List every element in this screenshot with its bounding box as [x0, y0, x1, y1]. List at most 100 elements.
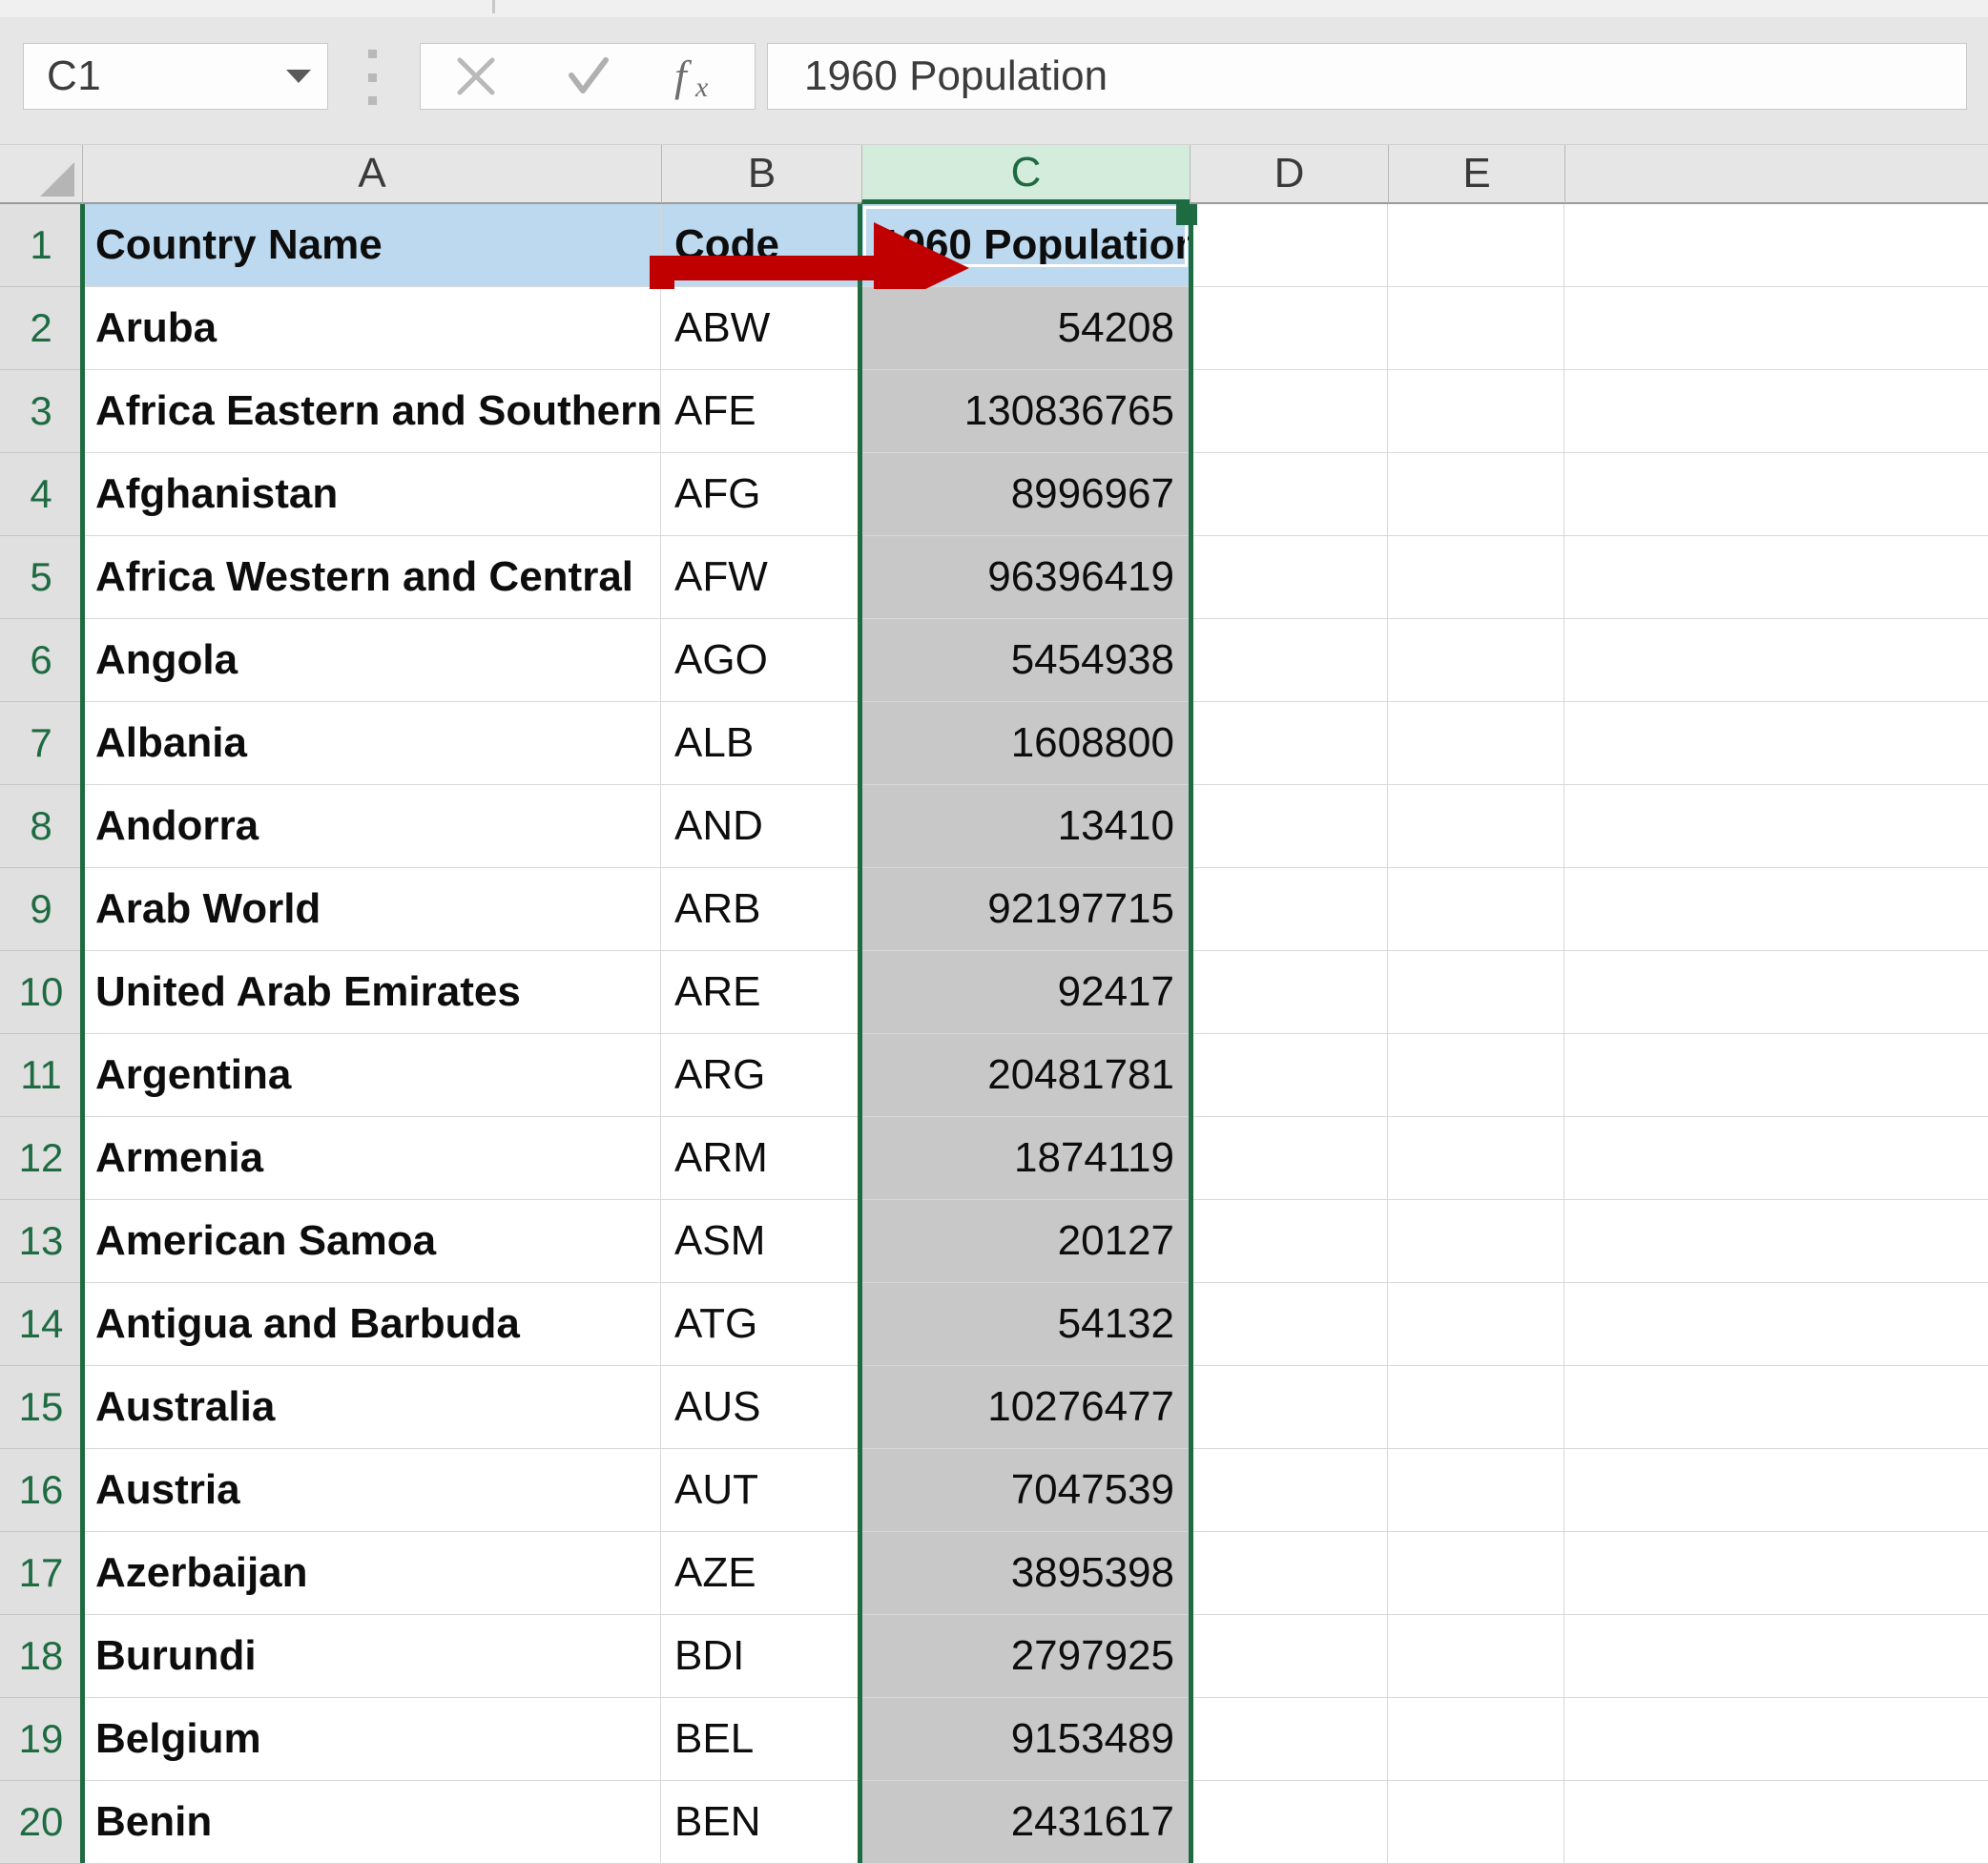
cell-e13[interactable]	[1388, 1200, 1564, 1283]
cell-c5[interactable]: 96396419	[861, 536, 1190, 619]
cell-f1[interactable]	[1564, 204, 1988, 287]
cell-f7[interactable]	[1564, 702, 1988, 785]
formula-input[interactable]: 1960 Population	[767, 43, 1967, 110]
column-header-c[interactable]: C	[861, 145, 1190, 204]
cell-c7[interactable]: 1608800	[861, 702, 1190, 785]
cell-e9[interactable]	[1388, 868, 1564, 951]
cell-e7[interactable]	[1388, 702, 1564, 785]
cell-f4[interactable]	[1564, 453, 1988, 536]
column-header-e[interactable]: E	[1388, 145, 1564, 204]
cell-d11[interactable]	[1190, 1034, 1388, 1117]
cell-f20[interactable]	[1564, 1781, 1988, 1864]
cell-c16[interactable]: 7047539	[861, 1449, 1190, 1532]
cancel-x-icon[interactable]	[424, 44, 528, 109]
row-header-7[interactable]: 7	[0, 702, 82, 785]
cell-b1[interactable]: Code	[661, 204, 861, 287]
cell-b5[interactable]: AFW	[661, 536, 861, 619]
cell-d4[interactable]	[1190, 453, 1388, 536]
cell-a11[interactable]: Argentina	[82, 1034, 661, 1117]
cell-d3[interactable]	[1190, 370, 1388, 453]
cell-b20[interactable]: BEN	[661, 1781, 861, 1864]
cell-e16[interactable]	[1388, 1449, 1564, 1532]
cell-f10[interactable]	[1564, 951, 1988, 1034]
cell-b16[interactable]: AUT	[661, 1449, 861, 1532]
cell-b12[interactable]: ARM	[661, 1117, 861, 1200]
row-header-6[interactable]: 6	[0, 619, 82, 702]
row-header-2[interactable]: 2	[0, 287, 82, 370]
cell-e11[interactable]	[1388, 1034, 1564, 1117]
cell-c15[interactable]: 10276477	[861, 1366, 1190, 1449]
cell-c10[interactable]: 92417	[861, 951, 1190, 1034]
cell-a10[interactable]: United Arab Emirates	[82, 951, 661, 1034]
cell-f18[interactable]	[1564, 1615, 1988, 1698]
cell-b2[interactable]: ABW	[661, 287, 861, 370]
cell-f11[interactable]	[1564, 1034, 1988, 1117]
row-header-9[interactable]: 9	[0, 868, 82, 951]
row-header-16[interactable]: 16	[0, 1449, 82, 1532]
cell-a6[interactable]: Angola	[82, 619, 661, 702]
cell-d2[interactable]	[1190, 287, 1388, 370]
row-header-3[interactable]: 3	[0, 370, 82, 453]
cell-b8[interactable]: AND	[661, 785, 861, 868]
chevron-down-icon[interactable]	[270, 70, 327, 83]
cell-f16[interactable]	[1564, 1449, 1988, 1532]
row-header-15[interactable]: 15	[0, 1366, 82, 1449]
cell-a9[interactable]: Arab World	[82, 868, 661, 951]
cell-f13[interactable]	[1564, 1200, 1988, 1283]
cell-c11[interactable]: 20481781	[861, 1034, 1190, 1117]
cell-d12[interactable]	[1190, 1117, 1388, 1200]
cell-f2[interactable]	[1564, 287, 1988, 370]
cell-b19[interactable]: BEL	[661, 1698, 861, 1781]
column-header-f[interactable]	[1564, 145, 1988, 204]
cell-b9[interactable]: ARB	[661, 868, 861, 951]
row-header-4[interactable]: 4	[0, 453, 82, 536]
cell-d10[interactable]	[1190, 951, 1388, 1034]
cell-b4[interactable]: AFG	[661, 453, 861, 536]
cell-c9[interactable]: 92197715	[861, 868, 1190, 951]
cell-c1[interactable]: 1960 Population	[861, 204, 1190, 287]
cell-b15[interactable]: AUS	[661, 1366, 861, 1449]
cell-d19[interactable]	[1190, 1698, 1388, 1781]
fill-handle[interactable]	[1176, 204, 1197, 225]
cell-a12[interactable]: Armenia	[82, 1117, 661, 1200]
cell-c18[interactable]: 2797925	[861, 1615, 1190, 1698]
cell-b3[interactable]: AFE	[661, 370, 861, 453]
cell-e2[interactable]	[1388, 287, 1564, 370]
cell-e12[interactable]	[1388, 1117, 1564, 1200]
row-header-19[interactable]: 19	[0, 1698, 82, 1781]
spreadsheet-grid[interactable]: 1 Country Name Code 1960 Population 2 Aruba AB…	[0, 204, 1988, 1864]
cell-f5[interactable]	[1564, 536, 1988, 619]
column-header-b[interactable]: B	[661, 145, 861, 204]
cell-e4[interactable]	[1388, 453, 1564, 536]
row-header-14[interactable]: 14	[0, 1283, 82, 1366]
cell-e8[interactable]	[1388, 785, 1564, 868]
cell-d14[interactable]	[1190, 1283, 1388, 1366]
cell-d9[interactable]	[1190, 868, 1388, 951]
row-header-18[interactable]: 18	[0, 1615, 82, 1698]
cell-e19[interactable]	[1388, 1698, 1564, 1781]
cell-c8[interactable]: 13410	[861, 785, 1190, 868]
cell-b6[interactable]: AGO	[661, 619, 861, 702]
cell-a4[interactable]: Afghanistan	[82, 453, 661, 536]
cell-c17[interactable]: 3895398	[861, 1532, 1190, 1615]
cell-c6[interactable]: 5454938	[861, 619, 1190, 702]
cell-e10[interactable]	[1388, 951, 1564, 1034]
cell-e20[interactable]	[1388, 1781, 1564, 1864]
cell-f9[interactable]	[1564, 868, 1988, 951]
cell-d8[interactable]	[1190, 785, 1388, 868]
row-header-13[interactable]: 13	[0, 1200, 82, 1283]
fx-icon[interactable]: f x	[647, 44, 752, 109]
cell-a5[interactable]: Africa Western and Central	[82, 536, 661, 619]
cell-c3[interactable]: 130836765	[861, 370, 1190, 453]
confirm-check-icon[interactable]	[535, 44, 640, 109]
cell-e5[interactable]	[1388, 536, 1564, 619]
cell-c19[interactable]: 9153489	[861, 1698, 1190, 1781]
cell-a20[interactable]: Benin	[82, 1781, 661, 1864]
cell-b18[interactable]: BDI	[661, 1615, 861, 1698]
cell-e1[interactable]	[1388, 204, 1564, 287]
cell-c12[interactable]: 1874119	[861, 1117, 1190, 1200]
cell-b11[interactable]: ARG	[661, 1034, 861, 1117]
cell-e14[interactable]	[1388, 1283, 1564, 1366]
column-header-a[interactable]: A	[82, 145, 661, 204]
row-header-11[interactable]: 11	[0, 1034, 82, 1117]
